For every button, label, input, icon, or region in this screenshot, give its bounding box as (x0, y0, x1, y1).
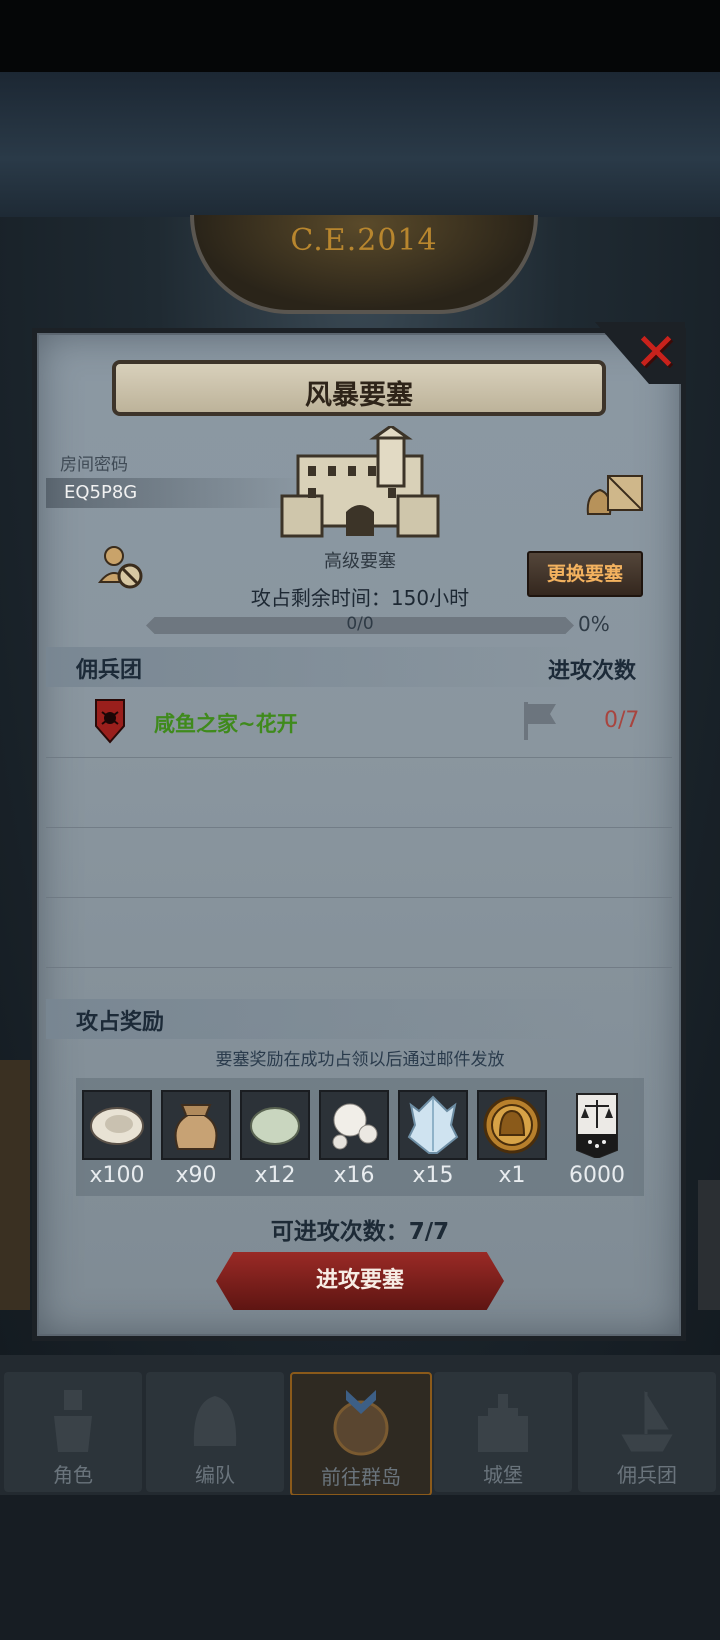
room-code-bar: EQ5P8G (46, 478, 302, 508)
reward-quantity: x100 (89, 1163, 145, 1188)
dialog-title: 风暴要塞 (305, 380, 413, 411)
jade-stone-icon (250, 1107, 300, 1145)
flag-icon (524, 702, 556, 740)
supplies-icon[interactable] (584, 470, 646, 516)
reward-item[interactable]: x1 (476, 1090, 548, 1188)
reward-quantity: x12 (254, 1163, 296, 1188)
guild-shield-icon (95, 699, 125, 744)
fortress-icon (280, 426, 440, 538)
ship-icon (621, 1390, 673, 1452)
rewards-section-title: 攻占奖励 (76, 1010, 165, 1035)
knight-icon (54, 1390, 92, 1452)
tab-character[interactable]: 角色 (4, 1372, 142, 1492)
pouch-icon (174, 1104, 218, 1150)
reward-tile (562, 1090, 632, 1160)
progress-percent: 0% (578, 612, 610, 636)
island-compass-icon (333, 1390, 389, 1456)
reward-tile (161, 1090, 231, 1160)
reward-item[interactable]: 6000 (561, 1090, 633, 1188)
close-button[interactable]: ✕ (632, 326, 680, 380)
reward-item[interactable]: x16 (318, 1090, 390, 1188)
era-text: C.E.2014 (290, 223, 438, 258)
tab-formation[interactable]: 编队 (146, 1372, 284, 1492)
status-bar (0, 0, 720, 72)
title-banner: 风暴要塞 (112, 360, 606, 416)
tab-label: 城堡 (483, 1463, 523, 1487)
row-divider (46, 897, 672, 898)
tab-label: 角色 (53, 1463, 93, 1487)
progress-text: 0/0 (346, 614, 374, 634)
reward-tile (240, 1090, 310, 1160)
attack-count-header: 进攻次数 (548, 659, 637, 684)
tab-mercenary[interactable]: 佣兵团 (578, 1372, 716, 1492)
guild-row[interactable]: 咸鱼之家~花开 0/7 (46, 692, 672, 756)
castle-icon (478, 1394, 528, 1452)
era-emblem: C.E.2014 (190, 215, 538, 314)
justice-banner-icon (576, 1093, 618, 1158)
reward-quantity: x1 (498, 1163, 526, 1188)
guild-name: 咸鱼之家~花开 (154, 712, 298, 736)
rewards-section-header: 攻占奖励 (46, 999, 596, 1039)
room-code: EQ5P8G (64, 482, 138, 503)
reward-quantity: x15 (412, 1163, 454, 1188)
reward-item[interactable]: x15 (397, 1090, 469, 1188)
ice-crystal-icon (407, 1095, 459, 1154)
tab-label: 佣兵团 (617, 1463, 677, 1487)
remaining-attacks: 可进攻次数：7/7 (270, 1219, 450, 1245)
row-divider (46, 967, 672, 968)
room-code-label: 房间密码 (60, 455, 128, 475)
gold-helmet-coin-icon (483, 1096, 541, 1154)
bottom-area (0, 1495, 720, 1640)
reward-tile (82, 1090, 152, 1160)
reward-quantity: x16 (333, 1163, 375, 1188)
oyster-icon (90, 1107, 144, 1145)
rewards-note: 要塞奖励在成功占领以后通过邮件发放 (215, 1050, 505, 1070)
pearl-icon (332, 1103, 378, 1150)
reward-quantity: 6000 (569, 1163, 625, 1188)
tab-label: 编队 (195, 1463, 235, 1487)
mercenary-section-title: 佣兵团 (76, 658, 143, 683)
reward-tile (319, 1090, 389, 1160)
reward-quantity: x90 (175, 1163, 217, 1188)
row-divider (46, 827, 672, 828)
tab-label: 前往群岛 (321, 1465, 401, 1489)
reward-tile (477, 1090, 547, 1160)
capture-time-remaining: 攻占剩余时间：150小时 (250, 586, 470, 610)
reward-item[interactable]: x90 (160, 1090, 232, 1188)
row-divider (46, 757, 672, 758)
reward-tile (398, 1090, 468, 1160)
top-background (0, 72, 720, 217)
tab-islands[interactable]: 前往群岛 (290, 1372, 432, 1496)
helmet-icon (193, 1396, 237, 1446)
side-decoration-left (0, 1060, 30, 1310)
reward-item[interactable]: x100 (81, 1090, 153, 1188)
reward-item[interactable]: x12 (239, 1090, 311, 1188)
tab-castle[interactable]: 城堡 (434, 1372, 572, 1492)
mercenary-section-header: 佣兵团 (46, 647, 596, 687)
guild-attack-count: 0/7 (604, 708, 640, 733)
attack-fortress-button[interactable]: 进攻要塞 (216, 1252, 504, 1310)
